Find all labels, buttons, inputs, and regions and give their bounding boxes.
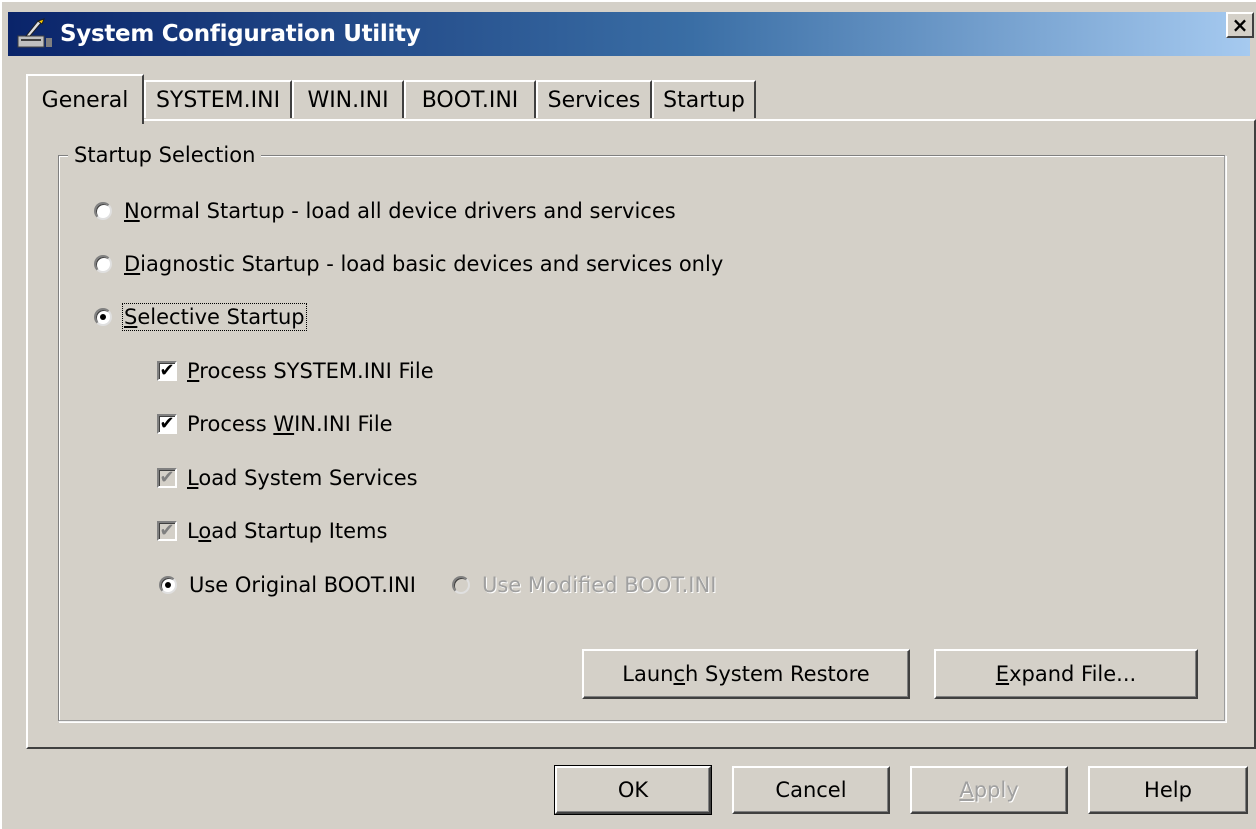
load-system-services-option[interactable]: ✔ Load System Services	[157, 466, 418, 490]
help-label: Help	[1144, 778, 1192, 802]
window-title: System Configuration Utility	[60, 21, 421, 47]
load-startup-items-checkbox[interactable]: ✔	[157, 521, 177, 541]
check-icon: ✔	[159, 467, 175, 488]
help-button[interactable]: Help	[1088, 766, 1248, 814]
selective-startup-option[interactable]: Selective Startup	[94, 303, 307, 331]
normal-startup-label: Normal Startup - load all device drivers…	[124, 199, 676, 223]
use-modified-boot-ini-option[interactable]: Use Modified BOOT.INI	[452, 573, 716, 597]
msconfig-icon	[16, 18, 56, 50]
tab-startup[interactable]: Startup	[652, 80, 756, 118]
tab-general-label: General	[41, 87, 129, 113]
tab-system-ini-label: SYSTEM.INI	[155, 87, 281, 113]
tab-services-label: Services	[547, 87, 641, 113]
launch-system-restore-button[interactable]: Launch System Restore	[582, 649, 910, 699]
close-button[interactable]: ×	[1226, 12, 1254, 38]
load-startup-items-label: Load Startup Items	[187, 519, 388, 543]
expand-file-button[interactable]: Expand File...	[934, 649, 1198, 699]
tab-boot-ini-label: BOOT.INI	[421, 87, 519, 113]
use-modified-boot-ini-label: Use Modified BOOT.INI	[482, 573, 717, 597]
startup-selection-groupbox	[58, 155, 1226, 722]
use-original-boot-ini-radio[interactable]	[159, 576, 177, 594]
cancel-label: Cancel	[775, 778, 847, 802]
normal-startup-radio[interactable]	[94, 202, 112, 220]
expand-file-label: Expand File...	[995, 662, 1137, 686]
title-bar[interactable]: System Configuration Utility	[8, 12, 1250, 56]
launch-system-restore-label: Launch System Restore	[622, 662, 870, 686]
check-icon: ✔	[159, 520, 175, 541]
process-win-ini-option[interactable]: ✔ Process WIN.INI File	[157, 412, 393, 436]
process-system-ini-option[interactable]: ✔ Process SYSTEM.INI File	[157, 359, 434, 383]
apply-button[interactable]: Apply	[910, 766, 1068, 814]
load-system-services-label: Load System Services	[187, 466, 418, 490]
load-startup-items-option[interactable]: ✔ Load Startup Items	[157, 519, 387, 543]
diagnostic-startup-option[interactable]: Diagnostic Startup - load basic devices …	[94, 252, 723, 276]
tab-boot-ini[interactable]: BOOT.INI	[404, 80, 536, 118]
check-icon: ✔	[159, 360, 175, 381]
tab-win-ini[interactable]: WIN.INI	[292, 80, 404, 118]
check-icon: ✔	[159, 413, 175, 434]
tab-general[interactable]: General	[26, 74, 144, 124]
process-win-ini-label: Process WIN.INI File	[187, 412, 393, 436]
normal-startup-option[interactable]: Normal Startup - load all device drivers…	[94, 199, 676, 223]
tab-win-ini-label: WIN.INI	[307, 87, 389, 113]
selective-startup-radio[interactable]	[94, 308, 112, 326]
use-modified-boot-ini-radio[interactable]	[452, 576, 470, 594]
apply-label: Apply	[959, 778, 1019, 802]
diagnostic-startup-label: Diagnostic Startup - load basic devices …	[124, 252, 724, 276]
use-original-boot-ini-label: Use Original BOOT.INI	[189, 573, 416, 597]
ok-label: OK	[617, 778, 649, 802]
ok-button[interactable]: OK	[554, 765, 712, 815]
process-system-ini-checkbox[interactable]: ✔	[157, 361, 177, 381]
startup-selection-label: Startup Selection	[68, 143, 262, 167]
tab-system-ini[interactable]: SYSTEM.INI	[144, 80, 292, 118]
tab-startup-label: Startup	[663, 87, 745, 113]
tab-services[interactable]: Services	[536, 80, 652, 118]
system-configuration-window: System Configuration Utility × General S…	[0, 0, 1256, 829]
diagnostic-startup-radio[interactable]	[94, 255, 112, 273]
load-system-services-checkbox[interactable]: ✔	[157, 468, 177, 488]
process-win-ini-checkbox[interactable]: ✔	[157, 414, 177, 434]
close-icon: ×	[1231, 13, 1249, 37]
selective-startup-label: Selective Startup	[122, 303, 307, 331]
general-tab-panel: Startup Selection Normal Startup - load …	[26, 119, 1256, 749]
process-system-ini-label: Process SYSTEM.INI File	[187, 359, 434, 383]
use-original-boot-ini-option[interactable]: Use Original BOOT.INI	[159, 573, 416, 597]
cancel-button[interactable]: Cancel	[732, 766, 890, 814]
